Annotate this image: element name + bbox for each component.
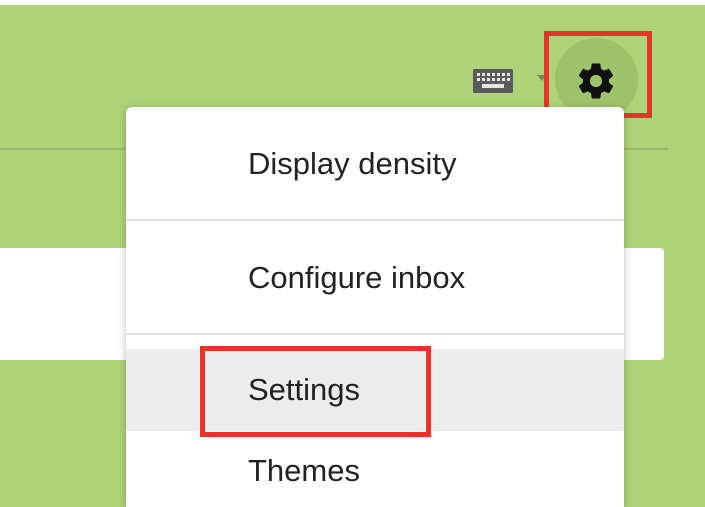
settings-dropdown-menu: Display density Configure inbox Settings… xyxy=(126,107,624,507)
menu-item-themes[interactable]: Themes xyxy=(126,431,624,507)
keyboard-icon[interactable] xyxy=(473,68,521,94)
keyboard-keys-icon xyxy=(473,69,513,93)
menu-divider xyxy=(126,219,624,221)
menu-divider xyxy=(126,333,624,335)
menu-item-label: Configure inbox xyxy=(248,259,466,295)
menu-item-configure-inbox[interactable]: Configure inbox xyxy=(126,222,624,333)
menu-item-label: Themes xyxy=(248,453,360,488)
gear-highlight-box xyxy=(544,31,652,118)
settings-highlight-box xyxy=(200,346,431,437)
keyboard-icon-body xyxy=(473,69,513,93)
menu-item-label: Display density xyxy=(248,145,457,181)
top-strip xyxy=(0,0,705,5)
menu-item-display-density[interactable]: Display density xyxy=(126,107,624,220)
